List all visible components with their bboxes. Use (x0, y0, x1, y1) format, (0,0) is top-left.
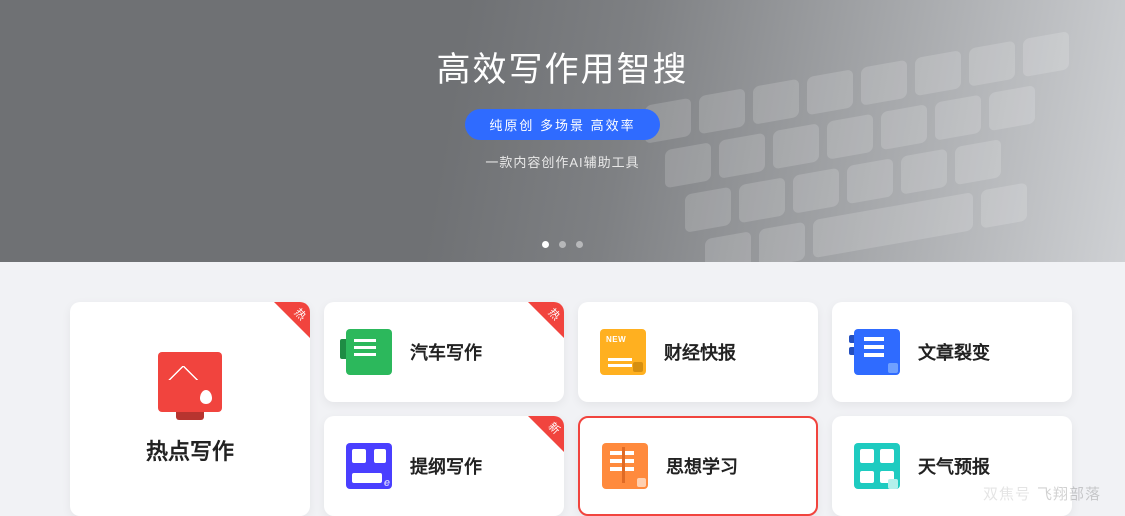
carousel-dot-2[interactable] (559, 241, 566, 248)
card-grid: 热 热点写作 热 汽车写作 财经快报 文章裂变 新 e 提纲写作 思想学习 天气… (0, 262, 1125, 516)
card-title: 财经快报 (664, 339, 736, 365)
hero-banner: 高效写作用智搜 纯原创 多场景 高效率 一款内容创作AI辅助工具 (0, 0, 1125, 262)
carousel-dots[interactable] (0, 241, 1125, 248)
carousel-dot-3[interactable] (576, 241, 583, 248)
news-yellow-icon (600, 329, 646, 375)
grid-teal-icon (854, 443, 900, 489)
hero-title: 高效写作用智搜 (0, 42, 1125, 91)
card-thought-study[interactable]: 思想学习 (578, 416, 818, 516)
card-hot-writing[interactable]: 热 热点写作 (70, 302, 310, 516)
document-green-icon (346, 329, 392, 375)
card-title: 热点写作 (146, 434, 234, 466)
card-article-split[interactable]: 文章裂变 (832, 302, 1072, 402)
card-title: 文章裂变 (918, 339, 990, 365)
badge-hot: 热 (528, 302, 564, 338)
card-title: 汽车写作 (410, 339, 482, 365)
card-title: 思想学习 (666, 453, 738, 479)
card-car-writing[interactable]: 热 汽车写作 (324, 302, 564, 402)
document-blue-icon (854, 329, 900, 375)
hero-tagline-pill: 纯原创 多场景 高效率 (465, 109, 659, 140)
card-finance-news[interactable]: 财经快报 (578, 302, 818, 402)
card-title: 天气预报 (918, 453, 990, 479)
card-title: 提纲写作 (410, 453, 482, 479)
badge-hot: 热 (274, 302, 310, 338)
card-outline-writing[interactable]: 新 e 提纲写作 (324, 416, 564, 516)
book-orange-icon (602, 443, 648, 489)
layout-purple-icon: e (346, 443, 392, 489)
hero-subtitle: 一款内容创作AI辅助工具 (0, 152, 1125, 171)
badge-new: 新 (528, 416, 564, 452)
watermark: 双焦号飞翔部落 (983, 483, 1101, 504)
chart-monitor-icon (158, 352, 222, 412)
carousel-dot-1[interactable] (542, 241, 549, 248)
